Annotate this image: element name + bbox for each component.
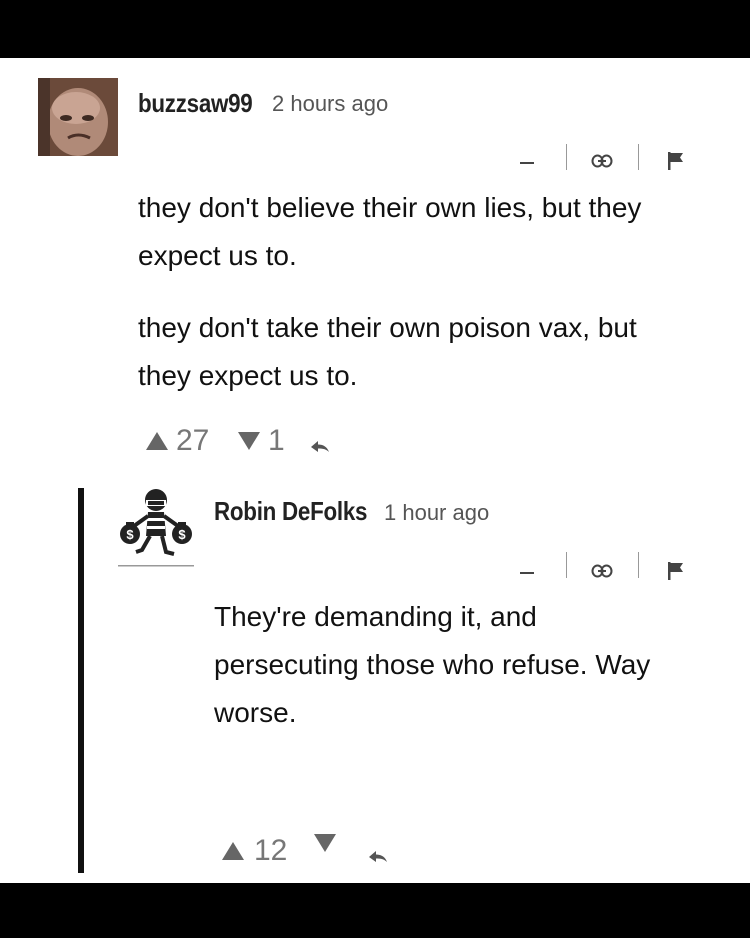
- comment-author[interactable]: buzzsaw99: [138, 88, 253, 119]
- downvote-count: 1: [268, 424, 285, 457]
- upvote-arrow-icon: [222, 842, 244, 860]
- svg-text:$: $: [126, 527, 134, 542]
- upvote-button[interactable]: 12: [222, 834, 287, 868]
- downvote-button[interactable]: [314, 834, 336, 852]
- link-icon[interactable]: [591, 154, 613, 168]
- reply-icon[interactable]: [368, 848, 388, 864]
- comment-timestamp[interactable]: 1 hour ago: [384, 500, 489, 526]
- upvote-count: 27: [176, 424, 210, 457]
- reply-thread-line: [78, 488, 84, 873]
- comment-thread: buzzsaw99 2 hours ago they don't believe…: [0, 58, 750, 883]
- downvote-arrow-icon: [238, 432, 260, 450]
- avatar[interactable]: $ $: [116, 486, 196, 570]
- toolbar-divider: [638, 552, 639, 578]
- reply-icon[interactable]: [310, 438, 330, 454]
- upvote-button[interactable]: 27: [146, 424, 209, 458]
- avatar[interactable]: [38, 78, 118, 156]
- comment-paragraph: they don't believe their own lies, but t…: [138, 192, 642, 271]
- collapse-button[interactable]: [520, 572, 534, 574]
- collapse-button[interactable]: [520, 162, 534, 164]
- toolbar-divider: [566, 144, 567, 170]
- downvote-button[interactable]: 1: [238, 424, 285, 458]
- upvote-count: 12: [254, 834, 288, 867]
- toolbar-divider: [638, 144, 639, 170]
- svg-text:$: $: [178, 527, 186, 542]
- flag-icon[interactable]: [668, 562, 684, 580]
- toolbar-divider: [566, 552, 567, 578]
- comment-paragraph: they don't take their own poison vax, bu…: [138, 312, 637, 391]
- comment-paragraph: They're demanding it, and persecuting th…: [214, 601, 651, 728]
- comment-author[interactable]: Robin DeFolks: [214, 496, 367, 527]
- comment-timestamp[interactable]: 2 hours ago: [272, 91, 388, 117]
- downvote-arrow-icon: [314, 834, 336, 852]
- upvote-arrow-icon: [146, 432, 168, 450]
- flag-icon[interactable]: [668, 152, 684, 170]
- link-icon[interactable]: [591, 564, 613, 578]
